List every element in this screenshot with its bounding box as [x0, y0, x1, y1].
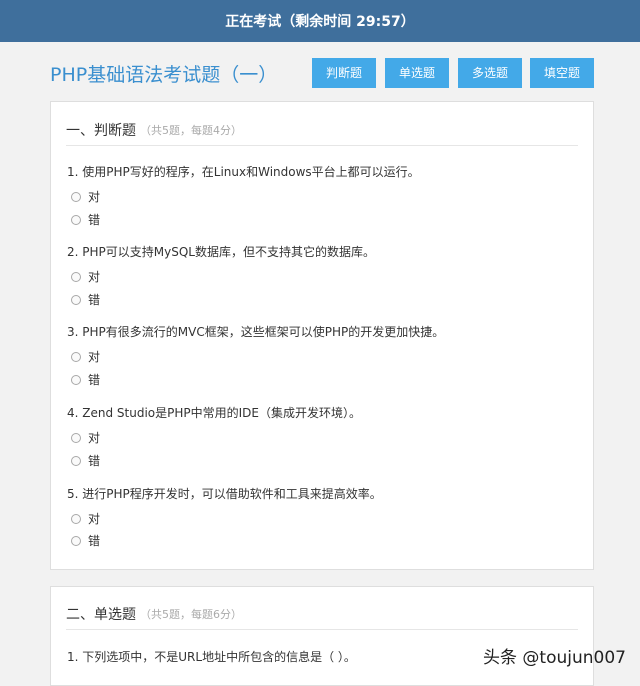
option-label: 对 [88, 512, 101, 526]
option-label: 错 [88, 373, 101, 387]
section-single-choice: 二、单选题 （共5题，每题6分） 1. 下列选项中，不是URL地址中所包含的信息… [50, 586, 594, 686]
nav-button-single-choice[interactable]: 单选题 [385, 58, 449, 88]
option-label: 对 [88, 431, 101, 445]
question-text: 1. 下列选项中，不是URL地址中所包含的信息是（ ）。 [67, 650, 356, 664]
radio-button[interactable] [71, 513, 81, 524]
question-text: 1. 使用PHP写好的程序，在Linux和Windows平台上都可以运行。 [67, 165, 420, 179]
option-label: 错 [88, 213, 101, 227]
exam-status-text: 正在考试（剩余时间 29:57） [225, 14, 415, 30]
radio-button[interactable] [71, 271, 81, 282]
section-score-note: （共5题，每题6分） [140, 608, 242, 621]
answer-option-true[interactable]: 对 [71, 188, 100, 205]
answer-option-true[interactable]: 对 [71, 268, 100, 285]
option-label: 错 [88, 534, 101, 548]
section-score-note: （共5题，每题4分） [140, 124, 242, 137]
question-text: 3. PHP有很多流行的MVC框架，这些框架可以使PHP的开发更加快捷。 [67, 325, 445, 339]
answer-option-false[interactable]: 错 [71, 371, 100, 388]
option-label: 对 [88, 270, 101, 284]
answer-option-true[interactable]: 对 [71, 348, 100, 365]
option-label: 错 [88, 293, 101, 307]
question-text: 5. 进行PHP程序开发时，可以借助软件和工具来提高效率。 [67, 487, 382, 501]
radio-button[interactable] [71, 191, 81, 202]
exam-title: PHP基础语法考试题（一） [50, 64, 278, 86]
nav-button-true-false[interactable]: 判断题 [312, 58, 376, 88]
watermark: 头条 @toujun007 [483, 648, 626, 668]
radio-button[interactable] [71, 432, 81, 443]
option-label: 对 [88, 190, 101, 204]
section-header: 一、判断题 （共5题，每题4分） [66, 115, 578, 146]
section-true-false: 一、判断题 （共5题，每题4分） 1. 使用PHP写好的程序，在Linux和Wi… [50, 101, 594, 570]
answer-option-false[interactable]: 错 [71, 452, 100, 469]
answer-option-true[interactable]: 对 [71, 510, 100, 527]
nav-button-multiple-choice[interactable]: 多选题 [458, 58, 522, 88]
section-title: 二、单选题 [66, 607, 136, 623]
section-title: 一、判断题 [66, 123, 136, 139]
exam-header: PHP基础语法考试题（一） 判断题 单选题 多选题 填空题 [0, 42, 640, 102]
option-label: 对 [88, 350, 101, 364]
question-text: 2. PHP可以支持MySQL数据库，但不支持其它的数据库。 [67, 245, 375, 259]
radio-button[interactable] [71, 535, 81, 546]
section-header: 二、单选题 （共5题，每题6分） [66, 599, 578, 630]
radio-button[interactable] [71, 455, 81, 466]
radio-button[interactable] [71, 374, 81, 385]
question-text: 4. Zend Studio是PHP中常用的IDE（集成开发环境）。 [67, 406, 361, 420]
nav-button-fill-blank[interactable]: 填空题 [530, 58, 594, 88]
option-label: 错 [88, 454, 101, 468]
answer-option-false[interactable]: 错 [71, 291, 100, 308]
answer-option-false[interactable]: 错 [71, 211, 100, 228]
exam-status-bar: 正在考试（剩余时间 29:57） [0, 0, 640, 42]
radio-button[interactable] [71, 351, 81, 362]
radio-button[interactable] [71, 294, 81, 305]
radio-button[interactable] [71, 214, 81, 225]
answer-option-true[interactable]: 对 [71, 429, 100, 446]
answer-option-false[interactable]: 错 [71, 532, 100, 549]
